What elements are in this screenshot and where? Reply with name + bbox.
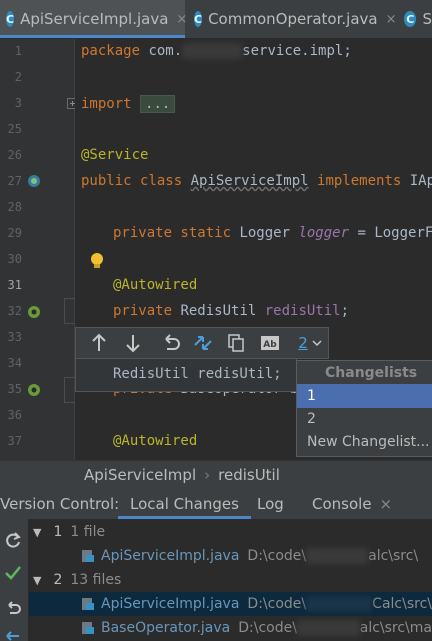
code-line-27: public class ApiServiceImpl implements I… — [81, 173, 432, 189]
java-file-icon — [81, 621, 95, 635]
editor-gutter: 1 2 3 25 26 27 28 29 30 31 32 33 34 35 3… — [0, 39, 78, 460]
vcs-side-toolbar — [0, 519, 29, 641]
change-hunk-toolbar: Ab 2 — [75, 327, 329, 359]
tool-window-title: Version Control: — [0, 494, 120, 513]
breadcrumb: ApiServiceImpl › redisUtil — [0, 460, 432, 488]
arrow-up-icon[interactable] — [90, 331, 108, 355]
line-number: 3 — [14, 96, 22, 110]
new-changelist-option[interactable]: New Changelist... — [297, 430, 432, 454]
breadcrumb-item[interactable]: ApiServiceImpl — [84, 466, 196, 484]
line-number: 27 — [7, 174, 22, 188]
arrow-left-icon[interactable] — [4, 631, 22, 641]
line-number: 34 — [7, 356, 22, 370]
java-class-icon: C — [6, 11, 15, 27]
tab-label: S — [422, 10, 432, 28]
rollback-icon[interactable] — [160, 331, 180, 355]
chevron-down-icon — [312, 340, 322, 347]
arrow-down-icon[interactable] — [124, 331, 142, 355]
spring-bean-icon[interactable] — [27, 383, 41, 397]
tab-apiserviceimpl[interactable]: C ApiServiceImpl.java × — [0, 0, 187, 38]
changed-file-row[interactable]: BaseOperator.java D:\code\ alc\src\ma — [29, 616, 432, 640]
line-number: 31 — [7, 278, 22, 292]
changelist-group[interactable]: ▼ 1 1 file — [29, 520, 432, 544]
change-marker[interactable] — [64, 377, 75, 403]
tab-label: ApiServiceImpl.java — [20, 10, 169, 28]
java-class-icon: C — [404, 11, 417, 27]
version-control-header: Version Control: Local Changes Log Conso… — [0, 488, 432, 520]
changelist-option[interactable]: 2 — [297, 407, 432, 431]
line-number: 32 — [7, 304, 22, 318]
tab-partial[interactable]: C S — [404, 0, 432, 38]
changed-file-row[interactable]: ApiServiceImpl.java D:\code\ Calc\src\ — [29, 592, 432, 616]
changelist-selector[interactable]: 2 — [294, 331, 326, 355]
java-file-icon — [81, 549, 95, 563]
refresh-icon[interactable] — [4, 531, 22, 549]
changed-file-row[interactable]: ApiServiceImpl.java D:\code\ alc\src\ — [29, 544, 432, 568]
diff-preview-text: RedisUtil redisUtil; — [113, 366, 282, 382]
code-line-32: private RedisUtil redisUtil; — [113, 303, 350, 319]
redacted-path — [306, 596, 373, 612]
close-tab-icon[interactable]: × — [386, 12, 397, 27]
commit-check-icon[interactable] — [4, 564, 22, 582]
folded-imports[interactable]: ... — [140, 95, 176, 113]
line-number: 28 — [7, 200, 22, 214]
implements-interface-icon[interactable] — [27, 174, 41, 188]
tab-commonoperator[interactable]: C CommonOperator.java × — [188, 0, 397, 38]
close-tab-icon[interactable]: × — [380, 495, 393, 513]
redacted-path — [306, 548, 369, 564]
breadcrumb-separator: › — [204, 465, 211, 484]
close-tab-icon[interactable]: × — [176, 12, 187, 27]
expand-triangle-icon[interactable]: ▼ — [33, 574, 41, 587]
line-number: 29 — [7, 226, 22, 240]
breadcrumb-item[interactable]: redisUtil — [218, 466, 280, 484]
rollback-icon[interactable] — [4, 599, 22, 617]
line-number: 25 — [7, 122, 22, 136]
code-line-37: @Autowired — [113, 433, 198, 449]
line-number: 26 — [7, 148, 22, 162]
redacted-text — [182, 43, 243, 59]
line-number: 37 — [7, 434, 22, 448]
java-file-icon — [81, 597, 95, 611]
changelist-popup: Changelists 1 2 New Changelist... — [296, 360, 432, 457]
tab-label: CommonOperator.java — [208, 10, 378, 28]
line-number: 36 — [7, 408, 22, 422]
spring-bean-icon[interactable] — [27, 305, 41, 319]
line-number: 33 — [7, 330, 22, 344]
line-number: 35 — [7, 382, 22, 396]
expand-triangle-icon[interactable]: ▼ — [33, 526, 41, 539]
show-diff-icon[interactable] — [192, 331, 214, 355]
changelist-option[interactable]: 1 — [297, 384, 432, 408]
tab-console[interactable]: Console × — [312, 488, 392, 519]
popup-title: Changelists — [325, 365, 418, 381]
line-number: 1 — [14, 44, 22, 58]
editor-tab-bar: C ApiServiceImpl.java × C CommonOperator… — [0, 0, 432, 39]
copy-icon[interactable] — [227, 331, 245, 355]
change-marker[interactable] — [64, 298, 75, 324]
line-number: 30 — [7, 252, 22, 266]
code-line-3: import ... — [81, 95, 176, 113]
line-number: 2 — [14, 70, 22, 84]
code-line-26: @Service — [81, 147, 149, 163]
code-line-29: private static Logger logger = LoggerFac — [113, 225, 432, 241]
tab-local-changes[interactable]: Local Changes — [118, 488, 251, 519]
code-line-31: @Autowired — [113, 277, 198, 293]
ignore-whitespace-icon[interactable]: Ab — [260, 331, 280, 355]
svg-text:Ab: Ab — [263, 340, 277, 350]
lightbulb-icon[interactable] — [89, 252, 105, 270]
changes-tree: ▼ 1 1 file ApiServiceImpl.java D:\code\ … — [29, 519, 432, 641]
tab-log[interactable]: Log — [257, 488, 284, 519]
redacted-path — [296, 620, 360, 636]
changelist-group[interactable]: ▼ 2 13 files — [29, 568, 432, 592]
diff-preview-popup: RedisUtil redisUtil; — [75, 358, 297, 392]
code-line-1: package com. service.impl; — [81, 43, 352, 59]
java-class-icon: C — [194, 11, 203, 27]
